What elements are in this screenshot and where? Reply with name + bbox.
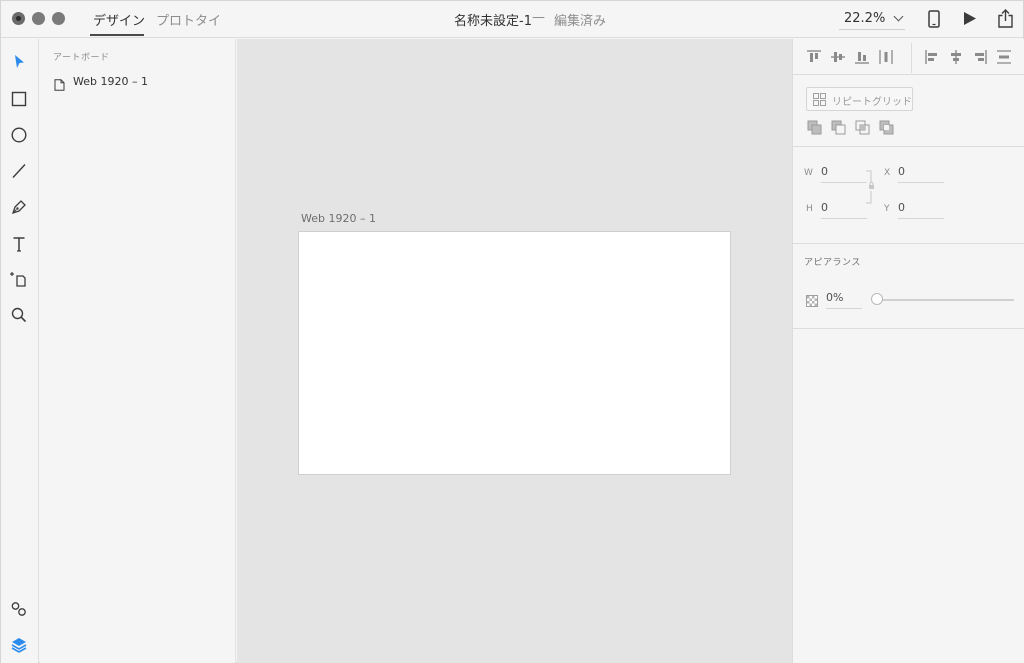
- y-label: Y: [884, 204, 890, 214]
- opacity-slider-thumb[interactable]: [871, 293, 883, 305]
- text-tool-icon[interactable]: [9, 234, 29, 254]
- layers-icon[interactable]: [9, 635, 29, 655]
- layers-heading: アートボード: [53, 53, 110, 63]
- align-bottom-icon[interactable]: [853, 48, 871, 66]
- chevron-down-icon: [893, 11, 904, 22]
- document-status: 編集済み: [554, 14, 607, 29]
- share-icon[interactable]: [997, 9, 1014, 32]
- opacity-slider-track[interactable]: [879, 299, 1014, 301]
- align-divider: [911, 43, 912, 73]
- active-tab-indicator: [90, 34, 144, 36]
- y-field[interactable]: 0: [898, 201, 944, 219]
- device-preview-icon[interactable]: [928, 10, 940, 32]
- align-section: [793, 39, 1024, 75]
- ellipse-tool-icon[interactable]: [9, 125, 29, 145]
- lock-aspect-icon[interactable]: [866, 170, 876, 204]
- artboard-page-icon: [54, 76, 65, 95]
- close-window-button[interactable]: [12, 12, 25, 25]
- distribute-vertical-icon[interactable]: [995, 48, 1013, 66]
- appearance-section: アピアランス 0%: [793, 244, 1024, 329]
- distribute-horizontal-icon[interactable]: [877, 48, 895, 66]
- x-label: X: [884, 168, 891, 178]
- repeat-grid-icon: [813, 93, 826, 106]
- align-top-icon[interactable]: [805, 48, 823, 66]
- artboard[interactable]: [298, 231, 731, 475]
- align-left-icon[interactable]: [923, 48, 941, 66]
- zoom-tool-icon[interactable]: [9, 305, 29, 325]
- maximize-window-button[interactable]: [52, 12, 65, 25]
- layer-item-label: Web 1920 – 1: [73, 75, 148, 88]
- boolean-add-icon[interactable]: [807, 120, 823, 136]
- align-right-icon[interactable]: [971, 48, 989, 66]
- assets-icon[interactable]: [9, 599, 29, 619]
- play-icon[interactable]: [963, 11, 977, 30]
- title-bar: デザイン プロトタイ 名称未設定-1 — 編集済み 22.2%: [1, 1, 1023, 38]
- height-field[interactable]: 0: [821, 201, 867, 219]
- repeat-grid-label: リピートグリッド: [832, 97, 912, 108]
- rectangle-tool-icon[interactable]: [9, 89, 29, 109]
- opacity-icon: [806, 292, 818, 307]
- artboard-label[interactable]: Web 1920 – 1: [301, 212, 376, 225]
- align-middle-icon[interactable]: [829, 48, 847, 66]
- title-separator: —: [532, 10, 545, 25]
- repeat-grid-section: リピートグリッド: [793, 75, 1024, 147]
- transform-section: W 0 H 0 X 0 Y 0: [793, 147, 1024, 244]
- zoom-dropdown[interactable]: 22.2%: [839, 6, 905, 30]
- artboard-tool-icon[interactable]: [9, 269, 29, 289]
- tool-bar: [1, 39, 39, 663]
- width-label: W: [804, 168, 813, 178]
- document-title: 名称未設定-1: [454, 14, 532, 29]
- repeat-grid-button[interactable]: リピートグリッド: [806, 87, 913, 111]
- property-inspector: リピートグリッド W 0 H 0 X 0 Y 0 アピアランス 0%: [792, 39, 1024, 663]
- zoom-value: 22.2%: [844, 11, 886, 26]
- boolean-exclude-icon[interactable]: [879, 120, 895, 136]
- app-window: デザイン プロトタイ 名称未設定-1 — 編集済み 22.2% アートボード W…: [0, 0, 1024, 663]
- height-label: H: [806, 204, 813, 214]
- layers-panel: アートボード Web 1920 – 1: [40, 39, 236, 663]
- line-tool-icon[interactable]: [9, 161, 29, 181]
- appearance-title: アピアランス: [804, 258, 861, 268]
- opacity-field[interactable]: 0%: [826, 291, 862, 309]
- x-field[interactable]: 0: [898, 165, 944, 183]
- pen-tool-icon[interactable]: [9, 197, 29, 217]
- layer-item[interactable]: Web 1920 – 1: [52, 73, 222, 91]
- tab-design[interactable]: デザイン: [93, 10, 145, 29]
- tab-prototype[interactable]: プロトタイ: [156, 10, 221, 29]
- width-field[interactable]: 0: [821, 165, 867, 183]
- boolean-subtract-icon[interactable]: [831, 120, 847, 136]
- align-center-icon[interactable]: [947, 48, 965, 66]
- boolean-intersect-icon[interactable]: [855, 120, 871, 136]
- select-tool-icon[interactable]: [9, 52, 29, 72]
- minimize-window-button[interactable]: [32, 12, 45, 25]
